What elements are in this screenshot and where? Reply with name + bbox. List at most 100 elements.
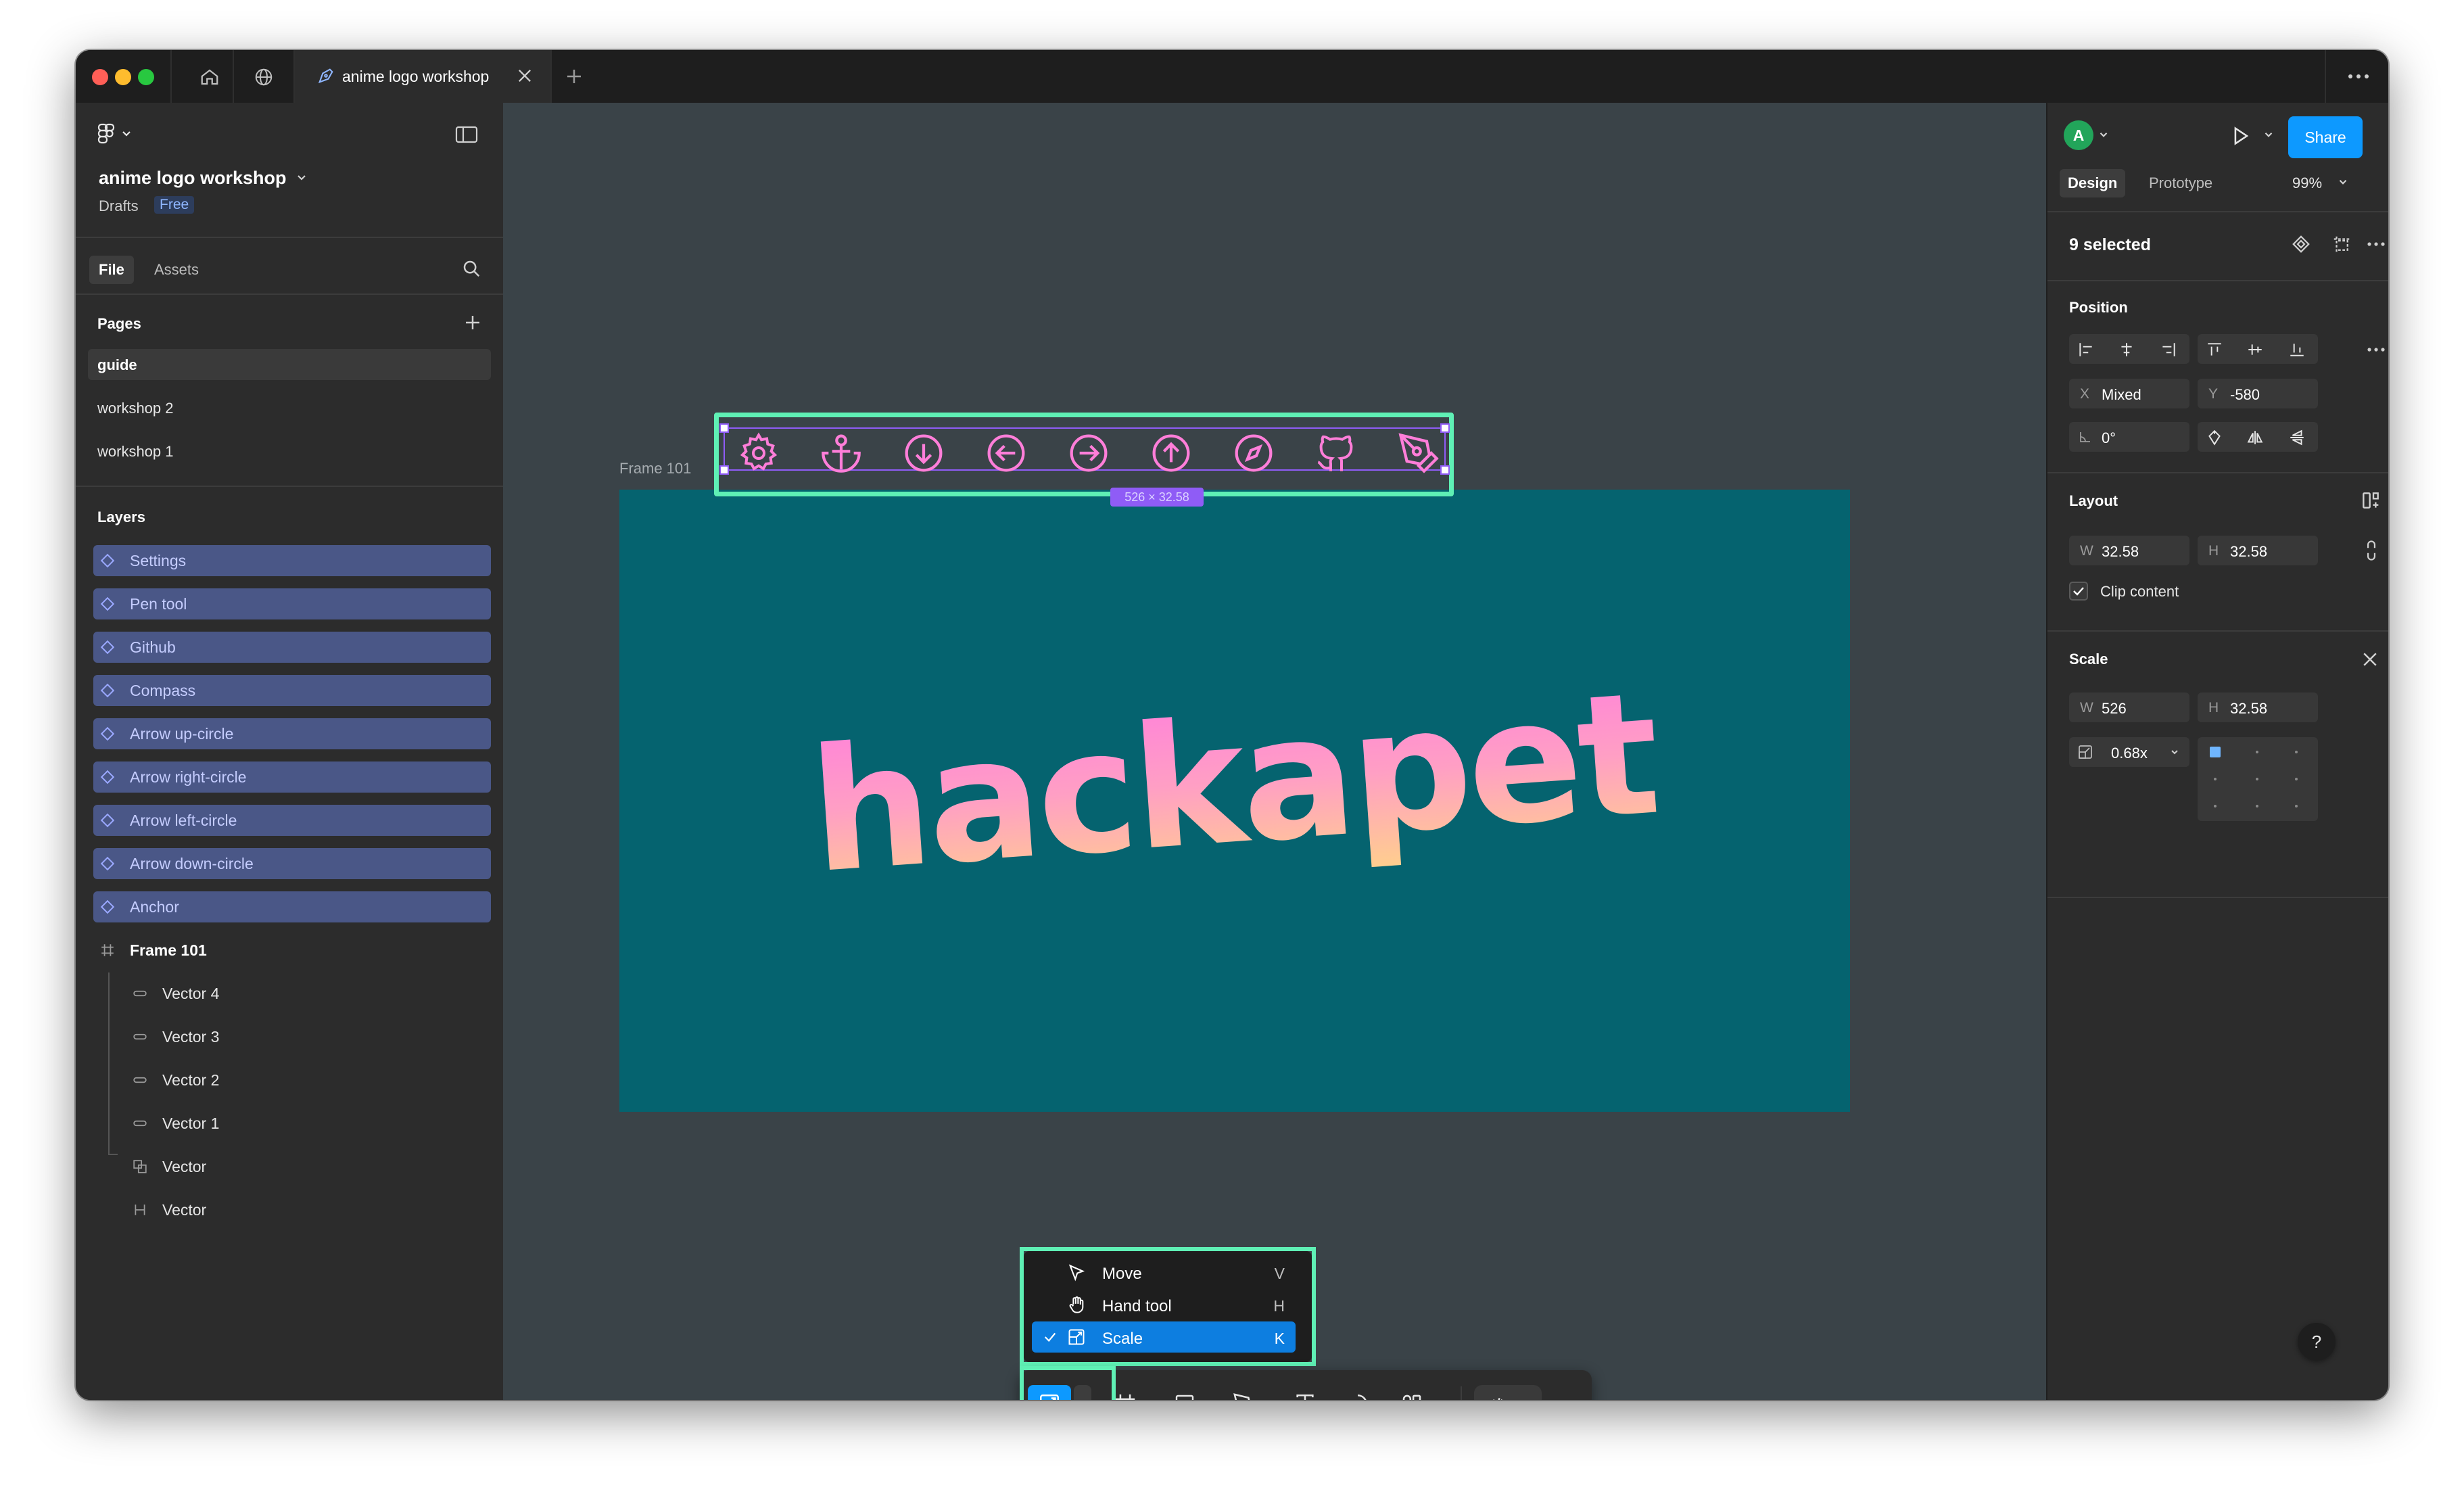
align-center-horizontal-icon[interactable] [2118,341,2135,362]
home-icon[interactable] [195,62,224,92]
rectangle-tool-button[interactable] [1164,1385,1205,1400]
layer-pen-tool[interactable]: Pen tool [93,588,491,619]
frame-label[interactable]: Frame 101 [619,460,691,477]
layer-vector[interactable]: Vector [93,1151,491,1182]
menu-item-hand-tool[interactable]: Hand tool H [1032,1289,1296,1320]
chevron-down-icon[interactable] [2098,128,2110,144]
dev-mode-toggle[interactable] [1474,1385,1542,1400]
frame-101[interactable]: hackapet [619,490,1850,1112]
arrow-up-circle-icon[interactable] [1150,431,1193,475]
more-options-icon[interactable] [2365,235,2387,256]
file-location[interactable]: Drafts [99,197,139,215]
page-item-workshop-2[interactable]: workshop 2 [88,392,491,423]
chevron-down-icon[interactable] [295,170,308,187]
layer-vector-1[interactable]: Vector 1 [93,1108,491,1139]
search-icon[interactable] [461,258,481,282]
rotation-field[interactable]: 0° [2069,422,2189,452]
width-field[interactable]: W 32.58 [2069,536,2189,565]
layer-arrow-left-circle[interactable]: Arrow left-circle [93,805,491,836]
constrain-proportions-icon[interactable] [2363,540,2380,565]
resize-handle-bottom-right[interactable] [1440,465,1450,475]
main-menu-icon[interactable] [96,122,134,149]
frame-options-chevron-icon[interactable] [1140,1385,1158,1400]
arrow-down-circle-icon[interactable] [902,431,945,475]
page-item-guide[interactable]: guide [88,349,491,380]
add-page-icon[interactable] [463,312,483,336]
gear-icon[interactable] [737,431,780,475]
minimize-window-button[interactable] [115,69,131,85]
layer-vector-4[interactable]: Vector 4 [93,978,491,1009]
close-window-button[interactable] [92,69,108,85]
layer-anchor[interactable]: Anchor [93,891,491,922]
layer-vector-2[interactable]: Vector 2 [93,1064,491,1096]
resize-handle-bottom-left[interactable] [719,465,729,475]
layer-settings[interactable]: Settings [93,545,491,576]
more-align-options-icon[interactable] [2365,341,2387,362]
layer-arrow-up-circle[interactable]: Arrow up-circle [93,718,491,749]
more-options-icon[interactable] [2345,66,2372,90]
canvas[interactable]: Frame 101 hackapet 526 × 32.58 Move V Ha… [503,103,2046,1400]
resize-handle-top-right[interactable] [1440,423,1450,433]
shape-options-chevron-icon[interactable] [1200,1385,1217,1400]
zoom-chevron-icon[interactable] [2337,176,2349,191]
compass-icon[interactable] [1232,431,1275,475]
pen-options-chevron-icon[interactable] [1259,1385,1277,1400]
align-top-icon[interactable] [2206,341,2223,362]
tab-file[interactable]: File [89,256,134,284]
tab-assets[interactable]: Assets [154,261,199,279]
github-icon[interactable] [1314,431,1358,475]
align-middle-vertical-icon[interactable] [2246,341,2264,362]
layer-compass[interactable]: Compass [93,675,491,706]
avatar[interactable]: A [2064,120,2093,150]
arrow-left-circle-icon[interactable] [985,431,1028,475]
file-name[interactable]: anime logo workshop [99,168,287,189]
frame-selection-icon[interactable] [2331,234,2352,258]
flip-vertical-icon[interactable] [2288,429,2306,450]
layer-vector-3[interactable]: Vector 3 [93,1021,491,1052]
pen-tool-button[interactable] [1224,1385,1264,1400]
scale-factor-field[interactable]: 0.68x [2069,737,2189,767]
comment-tool-button[interactable] [1337,1385,1378,1400]
rotate-90-icon[interactable] [2206,429,2223,450]
maximize-window-button[interactable] [138,69,154,85]
component-set-icon[interactable] [2291,234,2311,258]
menu-item-move[interactable]: Move V [1032,1257,1296,1288]
resize-handle-top-left[interactable] [719,423,729,433]
align-right-icon[interactable] [2160,341,2177,362]
pen-tool-icon[interactable] [1397,431,1440,475]
layer-arrow-down-circle[interactable]: Arrow down-circle [93,848,491,879]
page-item-workshop-1[interactable]: workshop 1 [88,436,491,467]
align-left-icon[interactable] [2077,341,2095,362]
present-play-icon[interactable] [2229,124,2252,151]
globe-icon[interactable] [249,62,279,92]
auto-layout-icon[interactable] [2360,490,2382,515]
arrow-right-circle-icon[interactable] [1067,431,1110,475]
align-bottom-icon[interactable] [2288,341,2306,362]
anchor-icon[interactable] [820,431,863,475]
toggle-sidebar-icon[interactable] [454,124,479,148]
menu-item-scale[interactable]: Scale K [1032,1321,1296,1353]
tab-prototype[interactable]: Prototype [2149,174,2212,192]
height-field[interactable]: H 32.58 [2198,536,2318,565]
zoom-level[interactable]: 99% [2292,174,2322,192]
y-position-field[interactable]: Y -580 [2198,379,2318,408]
help-button[interactable]: ? [2298,1323,2336,1361]
layer-arrow-right-circle[interactable]: Arrow right-circle [93,761,491,793]
new-tab-icon[interactable] [564,66,584,90]
layer-vector[interactable]: Vector [93,1194,491,1225]
scale-height-field[interactable]: H 32.58 [2198,693,2318,722]
x-position-field[interactable]: X Mixed [2069,379,2189,408]
scale-anchor-grid[interactable] [2198,737,2318,821]
share-button[interactable]: Share [2288,116,2363,158]
text-tool-button[interactable] [1285,1385,1325,1400]
close-tab-icon[interactable] [515,66,534,89]
layer-frame-101[interactable]: Frame 101 [93,935,491,966]
tab-design[interactable]: Design [2060,169,2126,197]
layer-github[interactable]: Github [93,632,491,663]
flip-horizontal-icon[interactable] [2246,429,2264,450]
present-options-chevron-icon[interactable] [2262,128,2275,144]
chevron-down-icon[interactable] [2169,747,2180,761]
close-icon[interactable] [2360,649,2380,673]
scale-width-field[interactable]: W 526 [2069,693,2189,722]
actions-button[interactable] [1392,1385,1432,1400]
